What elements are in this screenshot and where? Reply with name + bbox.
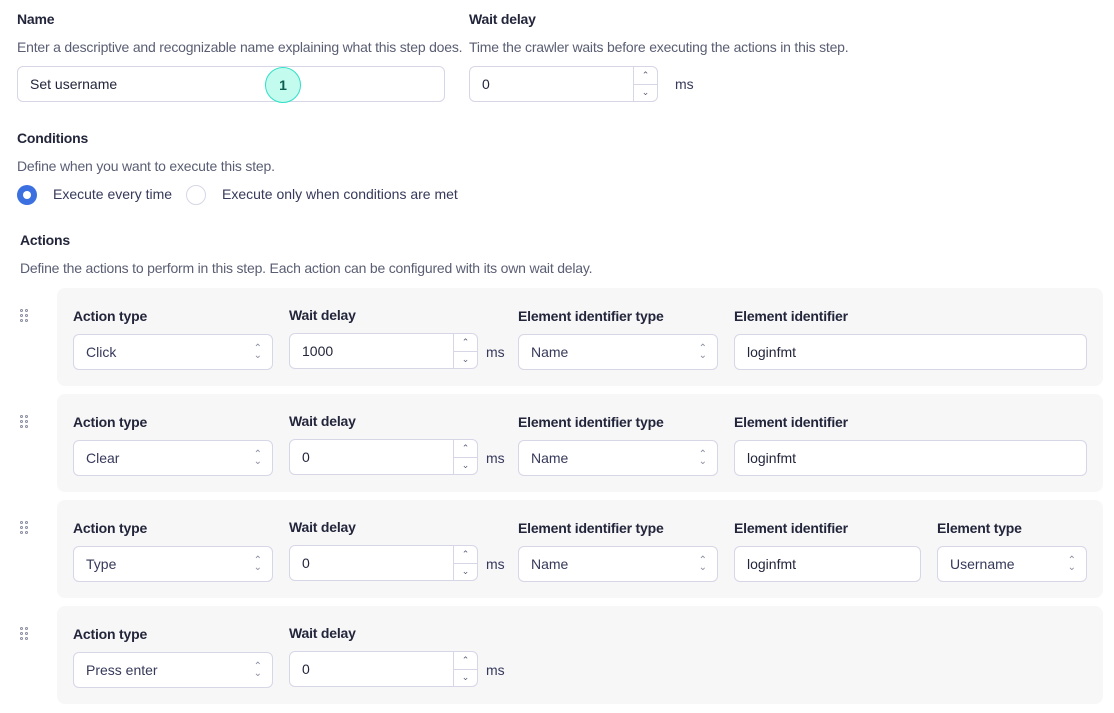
element-identifier-input[interactable]: loginfmt: [734, 334, 1087, 370]
chevron-up-down-icon: ⌃ ⌄: [253, 343, 262, 361]
action-type-select[interactable]: Clear ⌃ ⌄: [73, 440, 273, 476]
action-wait-delay-spinner[interactable]: ⌃ ⌄: [453, 334, 477, 368]
drag-handle-icon[interactable]: [20, 415, 30, 429]
element-type-value: Username: [950, 556, 1015, 572]
action-type-label: Action type: [73, 308, 148, 324]
chevron-up-icon[interactable]: ⌃: [454, 546, 477, 564]
element-identifier-label: Element identifier: [734, 520, 848, 536]
action-type-value: Press enter: [86, 662, 158, 678]
action-wait-delay-unit: ms: [486, 662, 505, 678]
action-wait-delay-value: 1000: [302, 343, 334, 359]
action-type-label: Action type: [73, 414, 148, 430]
action-type-label: Action type: [73, 626, 148, 642]
chevron-down-icon[interactable]: ⌄: [454, 352, 477, 369]
drag-handle-icon[interactable]: [20, 627, 30, 641]
chevron-up-down-icon: ⌃ ⌄: [253, 555, 262, 573]
element-identifier-value: loginfmt: [747, 556, 797, 572]
element-identifier-type-value: Name: [531, 450, 569, 466]
name-description: Enter a descriptive and recognizable nam…: [17, 39, 463, 55]
action-type-select[interactable]: Click ⌃ ⌄: [73, 334, 273, 370]
chevron-up-icon[interactable]: ⌃: [454, 334, 477, 352]
element-identifier-type-select[interactable]: Name ⌃ ⌄: [518, 440, 718, 476]
radio-execute-conditional-label[interactable]: Execute only when conditions are met: [222, 186, 458, 202]
element-identifier-type-label: Element identifier type: [518, 414, 664, 430]
element-identifier-type-select[interactable]: Name ⌃ ⌄: [518, 546, 718, 582]
action-wait-delay-input[interactable]: 1000 ⌃ ⌄: [289, 333, 478, 369]
action-wait-delay-label: Wait delay: [289, 413, 356, 429]
element-identifier-input[interactable]: loginfmt: [734, 440, 1087, 476]
actions-description: Define the actions to perform in this st…: [20, 260, 593, 276]
chevron-up-icon[interactable]: ⌃: [634, 67, 657, 85]
drag-handle-icon[interactable]: [20, 309, 30, 323]
chevron-up-down-icon: ⌃ ⌄: [698, 555, 707, 573]
action-wait-delay-spinner[interactable]: ⌃ ⌄: [453, 440, 477, 474]
radio-execute-conditional[interactable]: [186, 185, 206, 205]
action-wait-delay-value: 0: [302, 449, 310, 465]
chevron-up-down-icon: ⌃ ⌄: [1067, 555, 1076, 573]
action-type-value: Click: [86, 344, 117, 360]
action-type-value: Clear: [86, 450, 120, 466]
chevron-down-icon[interactable]: ⌄: [454, 458, 477, 475]
step-wait-delay-unit: ms: [675, 76, 694, 92]
step-wait-delay-value: 0: [482, 76, 490, 92]
chevron-up-icon[interactable]: ⌃: [454, 652, 477, 670]
chevron-down-icon[interactable]: ⌄: [454, 564, 477, 581]
chevron-up-down-icon: ⌃ ⌄: [698, 449, 707, 467]
chevron-up-down-icon: ⌃ ⌄: [253, 661, 262, 679]
element-identifier-type-label: Element identifier type: [518, 520, 664, 536]
action-wait-delay-unit: ms: [486, 450, 505, 466]
element-identifier-type-select[interactable]: Name ⌃ ⌄: [518, 334, 718, 370]
action-wait-delay-input[interactable]: 0 ⌃ ⌄: [289, 439, 478, 475]
element-type-label: Element type: [937, 520, 1022, 536]
action-type-select[interactable]: Type ⌃ ⌄: [73, 546, 273, 582]
action-wait-delay-unit: ms: [486, 344, 505, 360]
radio-execute-every-time[interactable]: [17, 185, 37, 205]
element-identifier-value: loginfmt: [747, 450, 797, 466]
wait-delay-description: Time the crawler waits before executing …: [469, 39, 849, 55]
element-identifier-label: Element identifier: [734, 414, 848, 430]
action-wait-delay-label: Wait delay: [289, 625, 356, 641]
action-type-select[interactable]: Press enter ⌃ ⌄: [73, 652, 273, 688]
conditions-label: Conditions: [17, 130, 89, 146]
conditions-description: Define when you want to execute this ste…: [17, 158, 275, 174]
action-wait-delay-spinner[interactable]: ⌃ ⌄: [453, 652, 477, 686]
element-type-select[interactable]: Username ⌃ ⌄: [937, 546, 1087, 582]
action-wait-delay-value: 0: [302, 555, 310, 571]
element-identifier-type-value: Name: [531, 344, 569, 360]
element-identifier-label: Element identifier: [734, 308, 848, 324]
name-label: Name: [17, 11, 55, 27]
element-identifier-type-value: Name: [531, 556, 569, 572]
action-wait-delay-label: Wait delay: [289, 519, 356, 535]
action-type-label: Action type: [73, 520, 148, 536]
chevron-up-down-icon: ⌃ ⌄: [698, 343, 707, 361]
action-wait-delay-value: 0: [302, 661, 310, 677]
action-wait-delay-spinner[interactable]: ⌃ ⌄: [453, 546, 477, 580]
step-name-input[interactable]: Set username: [17, 66, 445, 102]
radio-execute-every-time-label[interactable]: Execute every time: [53, 186, 172, 202]
drag-handle-icon[interactable]: [20, 521, 30, 535]
step-wait-delay-input[interactable]: 0 ⌃ ⌄: [469, 66, 658, 102]
chevron-up-down-icon: ⌃ ⌄: [253, 449, 262, 467]
step-wait-delay-spinner[interactable]: ⌃ ⌄: [633, 67, 657, 101]
chevron-down-icon[interactable]: ⌄: [634, 85, 657, 102]
element-identifier-value: loginfmt: [747, 344, 797, 360]
action-wait-delay-label: Wait delay: [289, 307, 356, 323]
chevron-down-icon[interactable]: ⌄: [454, 670, 477, 687]
action-type-value: Type: [86, 556, 117, 572]
step-number-badge: 1: [265, 67, 301, 103]
action-wait-delay-input[interactable]: 0 ⌃ ⌄: [289, 651, 478, 687]
action-wait-delay-unit: ms: [486, 556, 505, 572]
wait-delay-label: Wait delay: [469, 11, 536, 27]
action-wait-delay-input[interactable]: 0 ⌃ ⌄: [289, 545, 478, 581]
element-identifier-input[interactable]: loginfmt: [734, 546, 921, 582]
element-identifier-type-label: Element identifier type: [518, 308, 664, 324]
step-name-value: Set username: [30, 76, 118, 92]
actions-label: Actions: [20, 232, 70, 248]
chevron-up-icon[interactable]: ⌃: [454, 440, 477, 458]
